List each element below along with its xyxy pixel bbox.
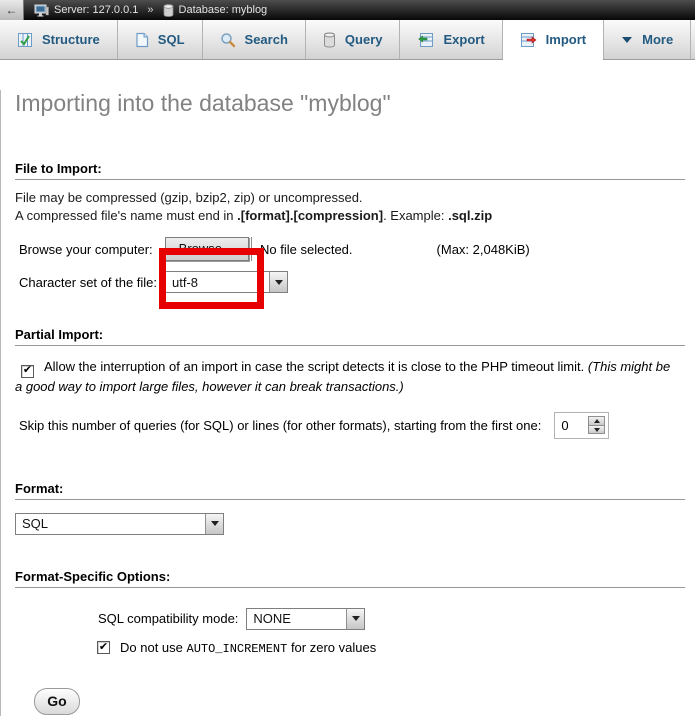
- auto-increment-option: Do not use AUTO_INCREMENT for zero value…: [97, 640, 695, 656]
- server-breadcrumb-link[interactable]: Server: 127.0.0.1: [54, 4, 138, 16]
- tab-export[interactable]: Export: [400, 20, 502, 59]
- query-icon: [323, 32, 336, 48]
- breadcrumb-bar: ← Server: 127.0.0.1 » Database: myblog: [0, 0, 695, 20]
- charset-select[interactable]: utf-8: [165, 271, 288, 293]
- dropdown-arrow-icon: [269, 272, 287, 292]
- auto-increment-checkbox[interactable]: [97, 641, 110, 654]
- compression-note: File may be compressed (gzip, bzip2, zip…: [15, 189, 671, 225]
- tab-more[interactable]: More: [604, 20, 691, 59]
- charset-selected-value: utf-8: [166, 272, 269, 292]
- structure-icon: [17, 32, 33, 48]
- breadcrumb: Server: 127.0.0.1 » Database: myblog: [34, 4, 267, 17]
- tab-structure[interactable]: Structure: [0, 20, 118, 59]
- charset-label: Character set of the file:: [19, 275, 157, 290]
- page-title: Importing into the database "myblog": [15, 90, 695, 117]
- sql-icon: [135, 32, 149, 48]
- skip-queries-row: Skip this number of queries (for SQL) or…: [19, 412, 681, 439]
- sql-compatibility-row: SQL compatibility mode: NONE: [98, 608, 695, 630]
- format-select[interactable]: SQL: [15, 513, 224, 535]
- import-icon: [520, 32, 537, 48]
- tab-label: Import: [546, 32, 586, 47]
- tab-import[interactable]: Import: [503, 20, 604, 59]
- stepper-up-button[interactable]: [589, 417, 604, 425]
- format-compression-pattern: .[format].[compression]: [237, 208, 383, 223]
- tab-label: Export: [443, 32, 484, 47]
- allow-interruption-option: Allow the interruption of an import in c…: [15, 358, 673, 396]
- database-icon: [163, 4, 174, 17]
- tab-search[interactable]: Search: [203, 20, 306, 59]
- section-partial-import: Partial Import:: [15, 327, 685, 346]
- sql-compatibility-label: SQL compatibility mode:: [98, 611, 238, 626]
- file-upload-row: Browse your computer: Browse… No file se…: [19, 237, 695, 261]
- skip-queries-label: Skip this number of queries (for SQL) or…: [19, 418, 541, 433]
- section-format-specific-options: Format-Specific Options:: [15, 569, 685, 588]
- example-value: .sql.zip: [448, 208, 492, 223]
- stepper-down-button[interactable]: [589, 425, 604, 433]
- go-button[interactable]: Go: [34, 688, 80, 715]
- auto-increment-code: AUTO_INCREMENT: [187, 642, 288, 656]
- file-input-divider: [251, 237, 252, 261]
- no-file-text: No file selected.: [260, 242, 353, 257]
- chevron-down-icon: [621, 36, 633, 44]
- browse-label: Browse your computer:: [19, 242, 153, 257]
- dropdown-arrow-icon: [346, 609, 364, 629]
- tab-label: SQL: [158, 32, 185, 47]
- max-size-note: (Max: 2,048KiB): [437, 242, 530, 257]
- auto-increment-label-suffix: for zero values: [287, 640, 376, 655]
- search-icon: [220, 32, 236, 48]
- format-selected-value: SQL: [16, 514, 205, 534]
- left-arrow-icon: ←: [6, 3, 18, 17]
- tab-label: More: [642, 32, 673, 47]
- tab-sql[interactable]: SQL: [118, 20, 203, 59]
- tab-bar: Structure SQL Search Query Export: [0, 20, 695, 60]
- sql-compatibility-select[interactable]: NONE: [246, 608, 365, 630]
- number-stepper[interactable]: [588, 416, 605, 434]
- tab-label: Query: [345, 32, 383, 47]
- server-icon: [34, 4, 49, 17]
- skip-queries-input[interactable]: 0: [554, 412, 609, 439]
- auto-increment-label-prefix: Do not use: [120, 640, 187, 655]
- sql-compatibility-selected-value: NONE: [247, 609, 346, 629]
- breadcrumb-separator: »: [147, 4, 153, 16]
- example-label: . Example:: [383, 208, 448, 223]
- browse-button[interactable]: Browse…: [165, 237, 249, 261]
- export-icon: [417, 32, 434, 48]
- auto-increment-label: Do not use AUTO_INCREMENT for zero value…: [120, 640, 376, 656]
- compression-line1: File may be compressed (gzip, bzip2, zip…: [15, 190, 363, 205]
- section-file-to-import: File to Import:: [15, 161, 685, 180]
- compression-line2: A compressed file's name must end in: [15, 208, 237, 223]
- allow-interruption-label: Allow the interruption of an import in c…: [44, 359, 588, 374]
- database-breadcrumb-link[interactable]: Database: myblog: [179, 4, 268, 16]
- import-page: Importing into the database "myblog" Fil…: [0, 90, 695, 716]
- tab-query[interactable]: Query: [306, 20, 401, 59]
- charset-row: Character set of the file: utf-8: [19, 271, 695, 293]
- tab-label: Search: [245, 32, 288, 47]
- section-format: Format:: [15, 481, 685, 500]
- collapse-nav-button[interactable]: ←: [0, 0, 24, 20]
- allow-interruption-checkbox[interactable]: [21, 365, 34, 378]
- tab-label: Structure: [42, 32, 100, 47]
- dropdown-arrow-icon: [205, 514, 223, 534]
- skip-queries-value: 0: [558, 416, 588, 435]
